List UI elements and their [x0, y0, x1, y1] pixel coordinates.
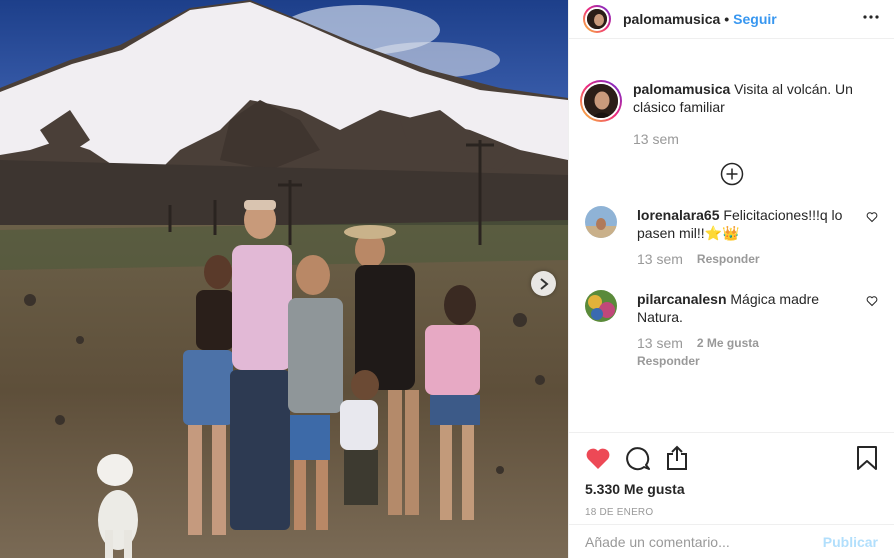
avatar[interactable] [585, 206, 617, 238]
more-options-button[interactable] [862, 8, 880, 31]
avatar[interactable] [585, 290, 617, 322]
caption-time[interactable]: 13 sem [633, 130, 679, 148]
separator-dot: • [724, 11, 730, 27]
post-side-panel: palomamusica • Seguir palomamusica Visit… [568, 0, 894, 558]
next-photo-button[interactable] [531, 271, 556, 296]
like-comment-button[interactable] [866, 294, 878, 310]
publish-button[interactable]: Publicar [823, 534, 878, 550]
heart-outline-icon [866, 212, 878, 223]
comments-list[interactable]: palomamusica Visita al volcán. Un clásic… [569, 56, 894, 430]
post-header: palomamusica • Seguir [569, 0, 894, 39]
caption: palomamusica Visita al volcán. Un clásic… [580, 80, 878, 148]
commenter-picture [585, 290, 617, 322]
comment-time[interactable]: 13 sem [637, 334, 683, 352]
add-comment-bar: Publicar [569, 524, 894, 558]
caption-avatar[interactable] [580, 80, 622, 122]
comment-item: lorenalara65 Felicitaciones!!!q lo pasen… [585, 206, 878, 268]
caption-body: palomamusica Visita al volcán. Un clásic… [633, 80, 859, 148]
comment-body: lorenalara65 Felicitaciones!!!q lo pasen… [637, 206, 863, 268]
caption-text-block: palomamusica Visita al volcán. Un clásic… [633, 80, 859, 116]
caption-meta: 13 sem [633, 130, 859, 148]
post-actions: 5.330 Me gusta 18 DE ENERO [569, 432, 894, 518]
share-icon [667, 445, 687, 470]
comment-input[interactable] [585, 533, 823, 550]
comment-like-count[interactable]: 2 Me gusta [697, 334, 759, 352]
comment-meta: 13 sem 2 Me gusta [637, 334, 863, 352]
action-icons [585, 443, 878, 473]
author-username[interactable]: palomamusica [623, 11, 720, 27]
instagram-post-viewer: palomamusica • Seguir palomamusica Visit… [0, 0, 894, 558]
comment-username[interactable]: pilarcanalesn [637, 291, 727, 307]
caption-username[interactable]: palomamusica [633, 81, 730, 97]
post-date[interactable]: 18 DE ENERO [585, 507, 878, 518]
reply-button[interactable]: Responder [637, 352, 700, 370]
chevron-right-icon [539, 277, 549, 290]
comment-text-block: lorenalara65 Felicitaciones!!!q lo pasen… [637, 206, 863, 242]
follow-button[interactable]: Seguir [733, 11, 777, 27]
heart-filled-icon [586, 448, 610, 469]
comment-body: pilarcanalesn Mágica madre Natura. 13 se… [637, 290, 863, 370]
post-photo[interactable] [0, 0, 568, 558]
heart-outline-icon [866, 296, 878, 307]
avatar[interactable] [583, 5, 611, 33]
bookmark-icon [857, 446, 877, 470]
profile-picture [587, 9, 607, 29]
comment-item: pilarcanalesn Mágica madre Natura. 13 se… [585, 290, 878, 370]
more-dots-icon [863, 15, 879, 19]
like-comment-button[interactable] [866, 210, 878, 226]
profile-picture [584, 84, 618, 118]
commenter-picture [585, 206, 617, 238]
comment-bubble-icon [626, 447, 650, 471]
like-button[interactable] [585, 446, 611, 470]
load-more-comments-button[interactable] [585, 162, 878, 186]
comment-button[interactable] [625, 445, 651, 471]
share-button[interactable] [665, 445, 689, 471]
comment-username[interactable]: lorenalara65 [637, 207, 720, 223]
comment-time[interactable]: 13 sem [637, 250, 683, 268]
comment-reply-row: Responder [637, 352, 863, 370]
comment-text-block: pilarcanalesn Mágica madre Natura. [637, 290, 863, 326]
plus-circle-icon [720, 162, 743, 186]
save-button[interactable] [856, 445, 878, 471]
reply-button[interactable]: Responder [697, 250, 760, 268]
comment-meta: 13 sem Responder [637, 250, 863, 268]
family-volcano-photo [0, 0, 568, 558]
like-count[interactable]: 5.330 Me gusta [585, 481, 878, 497]
